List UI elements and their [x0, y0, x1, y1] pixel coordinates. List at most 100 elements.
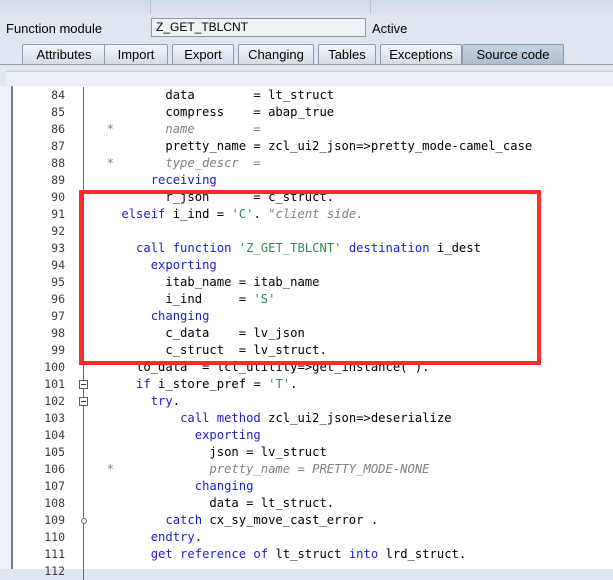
code-line[interactable]: 84 data = lt_struct	[0, 87, 613, 104]
line-number: 110	[44, 530, 65, 544]
code-line[interactable]: 87 pretty_name = zcl_ui2_json=>pretty_mo…	[0, 138, 613, 155]
line-number: 90	[51, 190, 65, 204]
string-token: 'Z_GET_TBLCNT'	[238, 241, 342, 255]
code-line[interactable]: 97 changing	[0, 308, 613, 325]
code-token: lt_struct	[268, 547, 349, 561]
top-strip-cell	[150, 0, 371, 14]
fold-guide-line	[79, 359, 88, 376]
fold-guide-line	[79, 461, 88, 478]
line-number: 87	[51, 139, 65, 153]
line-number: 112	[44, 564, 65, 578]
keyword-token: endtry	[150, 530, 195, 544]
code-line[interactable]: 100 lo_data = lcl_utility=>get_instance(…	[0, 359, 613, 376]
keyword-token: call function	[136, 241, 232, 255]
code-text: try.	[92, 393, 180, 410]
code-token: i_ind =	[165, 207, 232, 221]
code-text: pretty_name = zcl_ui2_json=>pretty_mode-…	[92, 138, 532, 155]
fold-guide-line	[79, 121, 88, 138]
code-line[interactable]: 105 json = lv_struct	[0, 444, 613, 461]
code-line[interactable]: 110 endtry.	[0, 529, 613, 546]
code-line[interactable]: 95 itab_name = itab_name	[0, 274, 613, 291]
keyword-token: exporting	[194, 428, 261, 442]
code-text: i_ind = 'S'	[92, 291, 275, 308]
line-number: 89	[51, 173, 65, 187]
code-line[interactable]: 107 changing	[0, 478, 613, 495]
tab-source-code[interactable]: Source code	[462, 44, 564, 64]
tab-import[interactable]: Import	[104, 44, 168, 64]
keyword-token: get reference of	[150, 547, 269, 561]
fold-guide-line	[79, 308, 88, 325]
line-number: 94	[51, 258, 65, 272]
fold-guide-line	[79, 274, 88, 291]
tab-exceptions[interactable]: Exceptions	[380, 44, 462, 64]
line-number: 109	[44, 513, 65, 527]
code-text: changing	[92, 478, 254, 495]
code-line[interactable]: 101 if i_store_pref = 'T'.	[0, 376, 613, 393]
code-line[interactable]: 93 call function 'Z_GET_TBLCNT' destinat…	[0, 240, 613, 257]
code-line[interactable]: 99 c_struct = lv_struct.	[0, 342, 613, 359]
source-code-editor[interactable]: 84 data = lt_struct 85 compress = abap_tr…	[0, 86, 613, 580]
fold-guide-line	[79, 172, 88, 189]
code-line[interactable]: 106 * pretty_name = PRETTY_MODE-NONE	[0, 461, 613, 478]
code-text: get reference of lt_struct into lrd_stru…	[92, 546, 467, 563]
fold-toggle-icon[interactable]	[79, 393, 88, 410]
fold-guide-line	[79, 325, 88, 342]
line-number: 100	[44, 360, 65, 374]
code-line[interactable]: 109 catch cx_sy_move_cast_error .	[0, 512, 613, 529]
keyword-token: receiving	[150, 173, 217, 187]
tab-attributes[interactable]: Attributes	[22, 44, 106, 64]
code-token: i_ind =	[92, 292, 254, 306]
code-text: * type_descr =	[92, 155, 261, 172]
fold-guide-line	[79, 427, 88, 444]
code-token: cx_sy_move_cast_error .	[202, 513, 379, 527]
code-line[interactable]: 90 r_json = c_struct.	[0, 189, 613, 206]
fold-toggle-icon[interactable]	[79, 376, 88, 393]
code-line[interactable]: 94 exporting	[0, 257, 613, 274]
fold-guide-line	[79, 155, 88, 172]
code-line[interactable]: 111 get reference of lt_struct into lrd_…	[0, 546, 613, 563]
keyword-token: if	[136, 377, 151, 391]
line-number: 91	[51, 207, 65, 221]
code-line[interactable]: 86 * name =	[0, 121, 613, 138]
code-text: elseif i_ind = 'C'. "client side.	[92, 206, 363, 223]
fold-guide-line	[79, 410, 88, 427]
line-number: 106	[44, 462, 65, 476]
fold-guide-line	[79, 206, 88, 223]
code-text: data = lt_struct.	[92, 495, 334, 512]
fold-guide-line	[79, 240, 88, 257]
code-text: * pretty_name = PRETTY_MODE-NONE	[92, 461, 430, 478]
code-line[interactable]: 98 c_data = lv_json	[0, 325, 613, 342]
code-line[interactable]: 102 try.	[0, 393, 613, 410]
code-line[interactable]: 92	[0, 223, 613, 240]
keyword-token: elseif	[121, 207, 166, 221]
tab-changing[interactable]: Changing	[238, 44, 314, 64]
code-line[interactable]: 108 data = lt_struct.	[0, 495, 613, 512]
code-line[interactable]: 103 call method zcl_ui2_json=>deserializ…	[0, 410, 613, 427]
code-line[interactable]: 91 elseif i_ind = 'C'. "client side.	[0, 206, 613, 223]
code-line[interactable]: 96 i_ind = 'S'	[0, 291, 613, 308]
function-module-name-field[interactable]: Z_GET_TBLCNT	[151, 18, 366, 37]
code-line[interactable]: 104 exporting	[0, 427, 613, 444]
code-line[interactable]: 112	[0, 563, 613, 580]
tab-tables[interactable]: Tables	[318, 44, 376, 64]
code-line[interactable]: 89 receiving	[0, 172, 613, 189]
comment-token: * name =	[92, 122, 261, 136]
code-line[interactable]: 85 compress = abap_true	[0, 104, 613, 121]
fold-guide-line	[79, 291, 88, 308]
tab-export[interactable]: Export	[172, 44, 234, 64]
fold-guide-line	[79, 257, 88, 274]
code-token: .	[253, 207, 269, 221]
code-text: if i_store_pref = 'T'.	[92, 376, 297, 393]
code-token: compress = abap_true	[92, 105, 335, 119]
code-token: .	[172, 394, 181, 408]
code-line[interactable]: 88 * type_descr =	[0, 155, 613, 172]
line-number: 105	[44, 445, 65, 459]
code-text: c_data = lv_json	[92, 325, 304, 342]
